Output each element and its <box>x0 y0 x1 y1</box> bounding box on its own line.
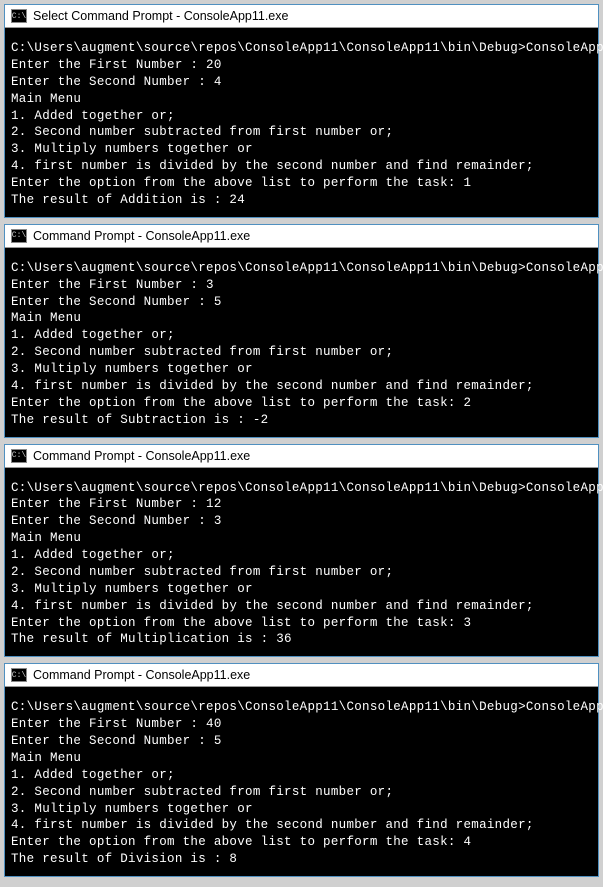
menu-header: Main Menu <box>11 531 81 545</box>
menu-item-4: 4. first number is divided by the second… <box>11 379 534 393</box>
menu-item-3: 3. Multiply numbers together or <box>11 582 253 596</box>
menu-item-3: 3. Multiply numbers together or <box>11 362 253 376</box>
result-line: The result of Division is : 8 <box>11 852 237 866</box>
menu-item-2: 2. Second number subtracted from first n… <box>11 345 393 359</box>
window-title: Select Command Prompt - ConsoleApp11.exe <box>33 9 288 23</box>
menu-item-1: 1. Added together or; <box>11 109 175 123</box>
console-output[interactable]: C:\Users\augment\source\repos\ConsoleApp… <box>5 687 598 876</box>
menu-item-1: 1. Added together or; <box>11 328 175 342</box>
title-bar[interactable]: C:\ Command Prompt - ConsoleApp11.exe <box>5 664 598 687</box>
menu-item-1: 1. Added together or; <box>11 548 175 562</box>
menu-header: Main Menu <box>11 92 81 106</box>
window-title: Command Prompt - ConsoleApp11.exe <box>33 229 250 243</box>
option-prompt: Enter the option from the above list to … <box>11 396 471 410</box>
menu-item-1: 1. Added together or; <box>11 768 175 782</box>
first-number-prompt: Enter the First Number : 12 <box>11 497 222 511</box>
path-line: C:\Users\augment\source\repos\ConsoleApp… <box>11 41 603 55</box>
console-output[interactable]: C:\Users\augment\source\repos\ConsoleApp… <box>5 28 598 217</box>
menu-item-2: 2. Second number subtracted from first n… <box>11 785 393 799</box>
console-window-1: C:\ Select Command Prompt - ConsoleApp11… <box>4 4 599 218</box>
second-number-prompt: Enter the Second Number : 5 <box>11 734 222 748</box>
menu-header: Main Menu <box>11 311 81 325</box>
first-number-prompt: Enter the First Number : 20 <box>11 58 222 72</box>
cmd-icon: C:\ <box>11 668 27 682</box>
path-line: C:\Users\augment\source\repos\ConsoleApp… <box>11 481 603 495</box>
menu-item-3: 3. Multiply numbers together or <box>11 142 253 156</box>
menu-item-2: 2. Second number subtracted from first n… <box>11 125 393 139</box>
console-output[interactable]: C:\Users\augment\source\repos\ConsoleApp… <box>5 248 598 437</box>
console-window-4: C:\ Command Prompt - ConsoleApp11.exe C:… <box>4 663 599 877</box>
result-line: The result of Subtraction is : -2 <box>11 413 268 427</box>
second-number-prompt: Enter the Second Number : 4 <box>11 75 222 89</box>
option-prompt: Enter the option from the above list to … <box>11 176 471 190</box>
path-line: C:\Users\augment\source\repos\ConsoleApp… <box>11 261 603 275</box>
menu-header: Main Menu <box>11 751 81 765</box>
title-bar[interactable]: C:\ Command Prompt - ConsoleApp11.exe <box>5 445 598 468</box>
result-line: The result of Addition is : 24 <box>11 193 245 207</box>
second-number-prompt: Enter the Second Number : 5 <box>11 295 222 309</box>
option-prompt: Enter the option from the above list to … <box>11 616 471 630</box>
cmd-icon: C:\ <box>11 9 27 23</box>
cmd-icon: C:\ <box>11 449 27 463</box>
cmd-icon: C:\ <box>11 229 27 243</box>
console-output[interactable]: C:\Users\augment\source\repos\ConsoleApp… <box>5 468 598 657</box>
menu-item-3: 3. Multiply numbers together or <box>11 802 253 816</box>
console-window-3: C:\ Command Prompt - ConsoleApp11.exe C:… <box>4 444 599 658</box>
first-number-prompt: Enter the First Number : 40 <box>11 717 222 731</box>
menu-item-2: 2. Second number subtracted from first n… <box>11 565 393 579</box>
path-line: C:\Users\augment\source\repos\ConsoleApp… <box>11 700 603 714</box>
second-number-prompt: Enter the Second Number : 3 <box>11 514 222 528</box>
window-title: Command Prompt - ConsoleApp11.exe <box>33 668 250 682</box>
title-bar[interactable]: C:\ Command Prompt - ConsoleApp11.exe <box>5 225 598 248</box>
window-title: Command Prompt - ConsoleApp11.exe <box>33 449 250 463</box>
result-line: The result of Multiplication is : 36 <box>11 632 292 646</box>
title-bar[interactable]: C:\ Select Command Prompt - ConsoleApp11… <box>5 5 598 28</box>
menu-item-4: 4. first number is divided by the second… <box>11 159 534 173</box>
first-number-prompt: Enter the First Number : 3 <box>11 278 214 292</box>
menu-item-4: 4. first number is divided by the second… <box>11 599 534 613</box>
menu-item-4: 4. first number is divided by the second… <box>11 818 534 832</box>
console-window-2: C:\ Command Prompt - ConsoleApp11.exe C:… <box>4 224 599 438</box>
option-prompt: Enter the option from the above list to … <box>11 835 471 849</box>
